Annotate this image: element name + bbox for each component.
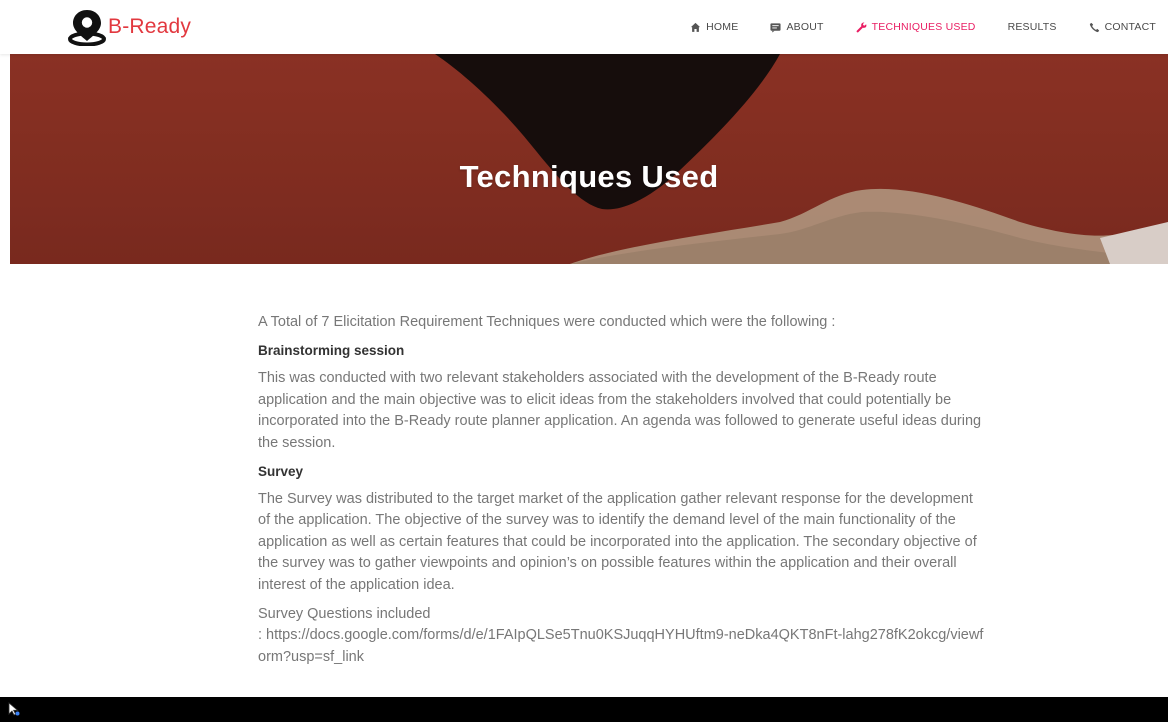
bottom-bar: [0, 697, 1168, 722]
section-heading-survey: Survey: [258, 464, 304, 480]
nav-about[interactable]: ABOUT: [770, 21, 823, 33]
location-pin-icon: [68, 10, 106, 46]
phone-icon: [1089, 22, 1099, 32]
cursor-icon: [8, 702, 20, 716]
nav-techniques-used[interactable]: TECHNIQUES USED: [856, 21, 976, 33]
survey-link[interactable]: : https://docs.google.com/forms/d/e/1FAI…: [258, 625, 986, 668]
nav-techniques-used-label: TECHNIQUES USED: [871, 21, 976, 33]
section-body-brainstorming: This was conducted with two relevant sta…: [258, 370, 982, 451]
brand-logo[interactable]: B-Ready: [66, 8, 191, 46]
brand-name: B-Ready: [108, 15, 192, 38]
page-title: Techniques Used: [459, 158, 719, 194]
nav-results[interactable]: RESULTS: [1008, 21, 1057, 33]
nav-contact[interactable]: CONTACT: [1089, 21, 1156, 33]
navbar: B-Ready HOME ABOUT TECHNIQUES USED RESUL…: [0, 0, 1168, 54]
nav-contact-label: CONTACT: [1104, 21, 1156, 33]
home-icon: [691, 22, 701, 32]
nav-home-label: HOME: [706, 21, 739, 33]
hero-banner: Techniques Used: [10, 54, 1168, 264]
intro-text: A Total of 7 Elicitation Requirement Tec…: [258, 314, 836, 330]
main-content: A Total of 7 Elicitation Requirement Tec…: [258, 312, 986, 668]
about-icon: [770, 22, 781, 33]
survey-questions-label: Survey Questions included: [258, 606, 431, 623]
nav-home[interactable]: HOME: [690, 21, 738, 33]
nav-results-label: RESULTS: [1007, 21, 1057, 33]
main-nav: HOME ABOUT TECHNIQUES USED RESULTS CONTA: [658, 0, 1156, 54]
section-body-survey: The Survey was distributed to the target…: [258, 491, 977, 593]
section-heading-brainstorming: Brainstorming session: [258, 343, 405, 359]
wrench-icon: [856, 21, 867, 32]
nav-about-label: ABOUT: [786, 21, 824, 33]
